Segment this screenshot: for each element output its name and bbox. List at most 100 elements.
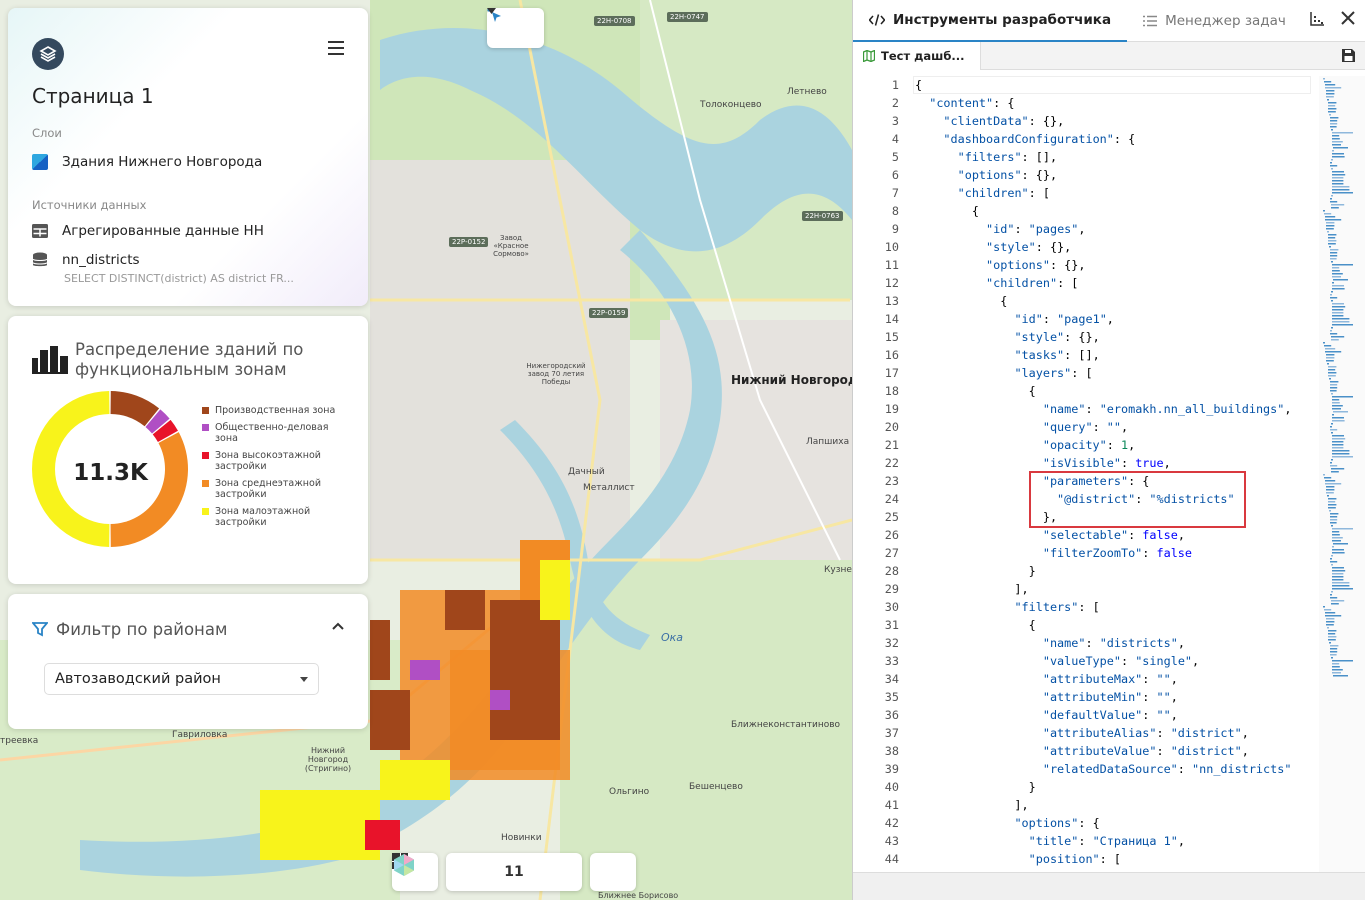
- code-line[interactable]: "filters": [],: [915, 148, 1311, 166]
- minimap-line: [1331, 459, 1333, 461]
- devtools-actions: [1309, 11, 1355, 27]
- minimap-line: [1332, 321, 1350, 323]
- legend-item[interactable]: Производственная зона: [202, 405, 352, 416]
- legend-item[interactable]: Зона среднеэтажной застройки: [202, 478, 352, 500]
- code-line[interactable]: "defaultValue": "",: [915, 706, 1311, 724]
- file-tab-dashboard[interactable]: Тест дашб...: [853, 41, 981, 70]
- code-line[interactable]: {: [915, 382, 1311, 400]
- minimap-line: [1326, 489, 1335, 491]
- line-number: 14: [884, 312, 899, 326]
- code-line[interactable]: "name": "districts",: [915, 634, 1311, 652]
- code-line[interactable]: }: [915, 778, 1311, 796]
- code-line[interactable]: "clientData": {},: [915, 112, 1311, 130]
- minimap-line: [1332, 417, 1344, 419]
- legend-item[interactable]: Зона высокоэтажной застройки: [202, 450, 352, 472]
- legend-item[interactable]: Зона малоэтажной застройки: [202, 506, 352, 528]
- code-line[interactable]: "filters": [: [915, 598, 1311, 616]
- legend-label: Общественно-деловая зона: [215, 422, 329, 444]
- code-line[interactable]: "query": "",: [915, 418, 1311, 436]
- selection-tool-button[interactable]: [487, 8, 544, 48]
- code-line[interactable]: "name": "eromakh.nn_all_buildings",: [915, 400, 1311, 418]
- buildings-icon: [32, 346, 68, 374]
- code-line[interactable]: "id": "page1",: [915, 310, 1311, 328]
- code-line[interactable]: "position": [: [915, 850, 1311, 868]
- line-number: 44: [884, 852, 899, 866]
- code-line[interactable]: {: [915, 616, 1311, 634]
- line-number: 1: [891, 78, 899, 92]
- code-line[interactable]: "attributeMax": "",: [915, 670, 1311, 688]
- data-source-item-districts[interactable]: nn_districts: [32, 252, 140, 268]
- minimap-line: [1332, 456, 1353, 458]
- minimap-line: [1328, 240, 1337, 242]
- code-line[interactable]: "isVisible": true,: [915, 454, 1311, 472]
- minimap-line: [1331, 432, 1333, 434]
- chevron-up-icon[interactable]: [332, 622, 344, 630]
- code-line[interactable]: {: [915, 202, 1311, 220]
- map-label-treevka: треевка: [0, 736, 39, 746]
- minimap-line: [1332, 420, 1345, 422]
- layer-name: Здания Нижнего Новгорода: [62, 154, 263, 170]
- code-line[interactable]: "style": {},: [915, 328, 1311, 346]
- code-line[interactable]: "options": {},: [915, 166, 1311, 184]
- code-line[interactable]: "children": [: [915, 184, 1311, 202]
- menu-icon[interactable]: [328, 41, 344, 55]
- code-line[interactable]: "children": [: [915, 274, 1311, 292]
- minimap-line: [1330, 561, 1338, 563]
- tab-task-manager[interactable]: Менеджер задач: [1127, 0, 1302, 42]
- basemap-button[interactable]: [394, 853, 636, 891]
- code-minimap[interactable]: [1319, 76, 1365, 872]
- donut-slice[interactable]: [110, 432, 188, 547]
- tab-devtools[interactable]: Инструменты разработчика: [853, 0, 1128, 42]
- minimap-line: [1331, 423, 1333, 425]
- district-select[interactable]: Автозаводский район: [44, 663, 319, 695]
- code-line[interactable]: "selectable": false,: [915, 526, 1311, 544]
- app-logo-icon[interactable]: [32, 38, 64, 70]
- dock-icon[interactable]: [1309, 11, 1325, 27]
- code-line[interactable]: "attributeValue": "district",: [915, 742, 1311, 760]
- code-line[interactable]: "style": {},: [915, 238, 1311, 256]
- code-line[interactable]: "title": "Страница 1",: [915, 832, 1311, 850]
- code-line[interactable]: "valueType": "single",: [915, 652, 1311, 670]
- code-line[interactable]: ],: [915, 796, 1311, 814]
- code-line[interactable]: {: [915, 76, 1311, 94]
- minimap-line: [1332, 453, 1350, 455]
- code-line[interactable]: "tasks": [],: [915, 346, 1311, 364]
- close-icon[interactable]: [1341, 11, 1355, 25]
- code-line[interactable]: "attributeAlias": "district",: [915, 724, 1311, 742]
- chart-legend: Производственная зона Общественно-деловая…: [202, 405, 352, 534]
- minimap-line: [1331, 555, 1333, 557]
- code-line[interactable]: {: [915, 292, 1311, 310]
- code-line[interactable]: "filterZoomTo": false: [915, 544, 1311, 562]
- code-line[interactable]: "id": "pages",: [915, 220, 1311, 238]
- data-source-item-aggregated[interactable]: Агрегированные данные НН: [32, 223, 264, 239]
- code-line[interactable]: "opacity": 1,: [915, 436, 1311, 454]
- layer-item[interactable]: Здания Нижнего Новгорода: [32, 154, 262, 170]
- line-number: 16: [884, 348, 899, 362]
- code-line[interactable]: "relatedDataSource": "nn_districts": [915, 760, 1311, 778]
- minimap-line: [1332, 537, 1343, 539]
- line-number: 34: [884, 672, 899, 686]
- code-line[interactable]: "dashboardConfiguration": {: [915, 130, 1311, 148]
- code-line[interactable]: "layers": [: [915, 364, 1311, 382]
- line-number: 39: [884, 762, 899, 776]
- minimap-line: [1326, 222, 1335, 224]
- minimap-line: [1332, 579, 1344, 581]
- code-line[interactable]: "options": {},: [915, 256, 1311, 274]
- code-line[interactable]: "attributeMin": "",: [915, 688, 1311, 706]
- code-line[interactable]: "content": {: [915, 94, 1311, 112]
- minimap-line: [1330, 198, 1332, 200]
- minimap-line: [1332, 435, 1344, 437]
- code-line[interactable]: "options": {: [915, 814, 1311, 832]
- minimap-line: [1332, 402, 1340, 404]
- code-line[interactable]: }: [915, 562, 1311, 580]
- line-number: 19: [884, 402, 899, 416]
- minimap-line: [1331, 204, 1345, 206]
- minimap-line: [1330, 126, 1337, 128]
- minimap-line: [1326, 96, 1334, 98]
- save-icon[interactable]: [1342, 49, 1355, 62]
- legend-item[interactable]: Общественно-деловая зона: [202, 422, 352, 444]
- minimap-line: [1330, 462, 1332, 464]
- code-line[interactable]: ],: [915, 580, 1311, 598]
- minimap-line: [1330, 597, 1338, 599]
- code-editor[interactable]: 1 2 3 4 5 6 7 8 9 10 11 12 13 14 15 16 17 18 19 20 21 22 23 24 2…: [853, 76, 1365, 872]
